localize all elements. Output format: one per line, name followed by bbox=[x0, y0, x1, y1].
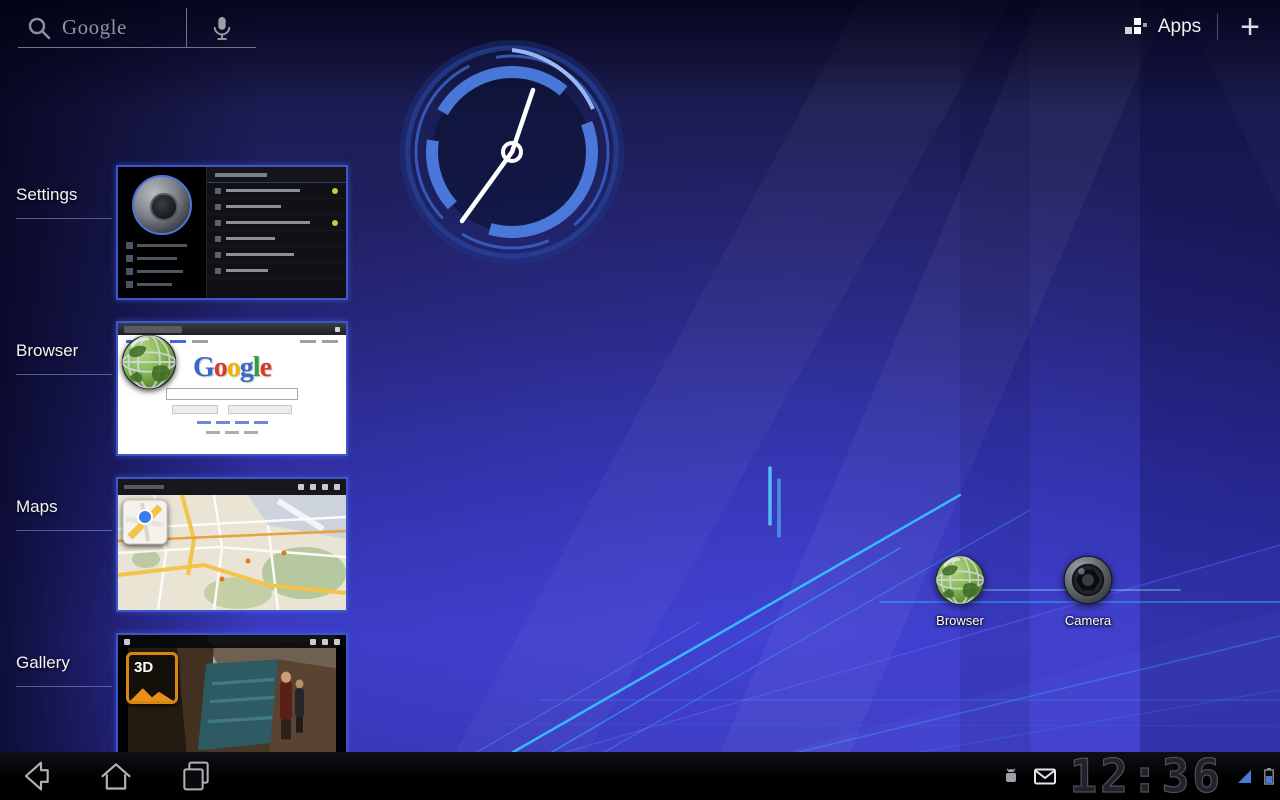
recent-label-gallery: Gallery bbox=[16, 653, 112, 687]
desktop-icon-label: Browser bbox=[922, 613, 998, 628]
status-area[interactable]: 12:36 bbox=[1002, 754, 1280, 798]
gallery-app-icon: 3D bbox=[126, 652, 178, 704]
apps-button[interactable]: Apps bbox=[1123, 15, 1201, 39]
mic-icon bbox=[211, 14, 233, 42]
recent-thumbnail-settings[interactable] bbox=[116, 165, 348, 300]
maps-app-icon bbox=[122, 499, 168, 545]
recent-row-browser: Browser Google bbox=[0, 321, 380, 461]
recent-row-settings: Settings bbox=[0, 165, 380, 305]
search-input[interactable]: Google bbox=[18, 8, 186, 47]
desktop-icon-camera[interactable]: Camera bbox=[1050, 554, 1126, 628]
settings-list-preview bbox=[206, 167, 346, 298]
signal-icon bbox=[1237, 769, 1252, 784]
browser-preview: Google bbox=[118, 323, 346, 454]
recent-row-maps: Maps bbox=[0, 477, 380, 617]
desktop-icon-label: Camera bbox=[1050, 613, 1126, 628]
maps-preview bbox=[118, 479, 346, 610]
maps-toolbar-preview bbox=[118, 479, 346, 495]
voice-search-button[interactable] bbox=[186, 8, 256, 47]
gallery-preview: 3D bbox=[118, 635, 346, 766]
back-icon bbox=[16, 756, 56, 796]
analog-clock-widget[interactable] bbox=[397, 37, 627, 267]
home-screen: Google Apps + Settings bbox=[0, 0, 1280, 800]
gallery-toolbar-preview bbox=[118, 635, 346, 648]
gallery-3d-badge: 3D bbox=[134, 659, 153, 676]
globe-icon bbox=[934, 554, 986, 606]
speaker-icon bbox=[132, 175, 192, 235]
apps-grid-icon bbox=[1123, 15, 1149, 39]
recent-thumbnail-browser[interactable]: Google bbox=[116, 321, 348, 456]
settings-nav-preview bbox=[118, 242, 206, 288]
indicator-cluster bbox=[1237, 768, 1274, 785]
back-button[interactable] bbox=[8, 752, 64, 800]
system-bar: 12:36 bbox=[0, 752, 1280, 800]
topbar-divider bbox=[1217, 14, 1218, 40]
desktop-icon-browser[interactable]: Browser bbox=[922, 554, 998, 628]
recent-label-maps: Maps bbox=[16, 497, 112, 531]
system-clock: 12:36 bbox=[1070, 754, 1223, 798]
email-notification-icon bbox=[1034, 768, 1056, 785]
search-label: Google bbox=[62, 15, 127, 40]
add-widget-button[interactable]: + bbox=[1234, 12, 1266, 42]
browser-app-icon bbox=[120, 333, 178, 391]
search-box-preview bbox=[166, 388, 298, 400]
home-button[interactable] bbox=[88, 752, 144, 800]
top-right-actions: Apps + bbox=[1123, 8, 1266, 46]
recent-thumbnail-gallery[interactable]: 3D bbox=[116, 633, 348, 768]
recent-thumbnail-maps[interactable] bbox=[116, 477, 348, 612]
google-search-widget[interactable]: Google bbox=[18, 8, 256, 48]
battery-icon bbox=[1264, 768, 1274, 785]
search-icon bbox=[26, 15, 52, 41]
camera-icon bbox=[1062, 554, 1114, 606]
recent-label-browser: Browser bbox=[16, 341, 112, 375]
recents-icon bbox=[176, 756, 216, 796]
settings-preview bbox=[118, 167, 346, 298]
recent-label-settings: Settings bbox=[16, 185, 112, 219]
usb-debug-icon bbox=[1002, 767, 1020, 785]
apps-label: Apps bbox=[1158, 16, 1201, 38]
home-icon bbox=[96, 756, 136, 796]
recent-apps-button[interactable] bbox=[168, 752, 224, 800]
